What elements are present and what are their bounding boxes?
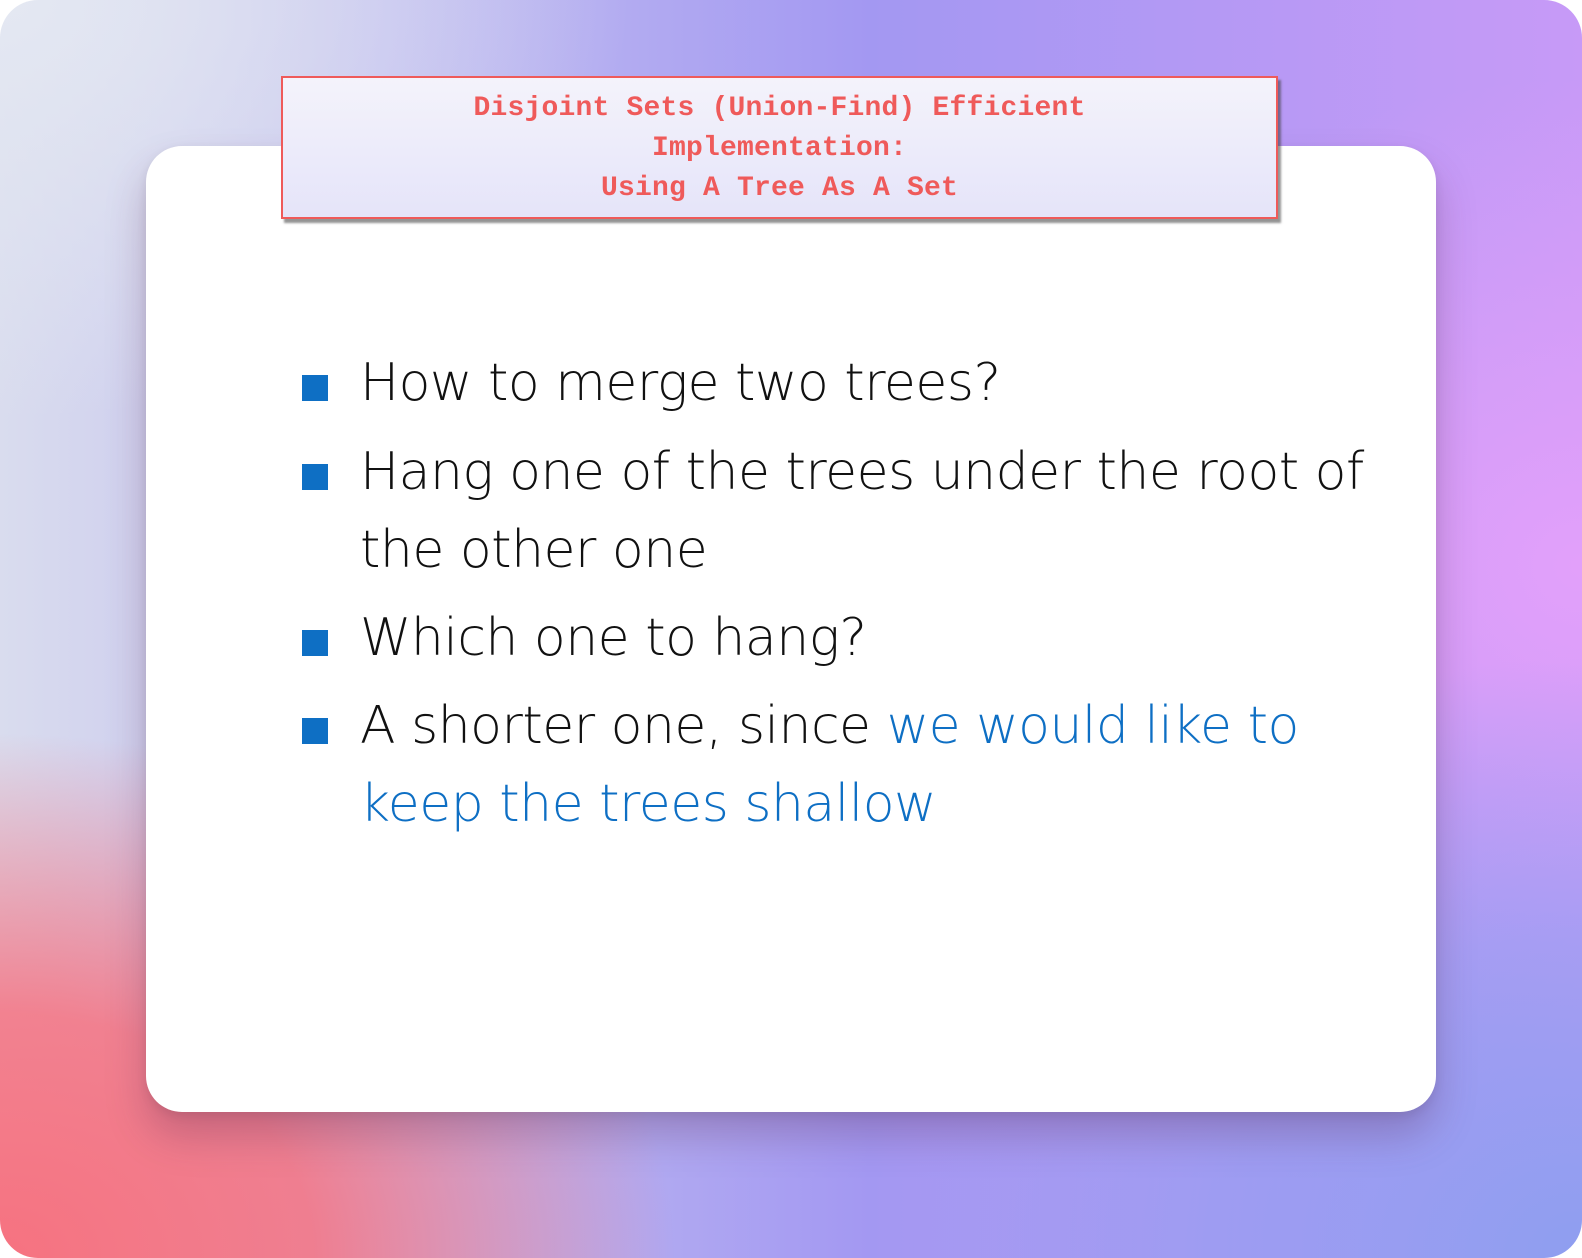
slide-title-line-3: Using A Tree As A Set xyxy=(600,172,959,204)
background-frame: Disjoint Sets (Union-Find) Efficient Imp… xyxy=(0,0,1582,1258)
slide-title-box: Disjoint Sets (Union-Find) Efficient Imp… xyxy=(281,76,1278,219)
slide-card xyxy=(146,146,1436,1112)
slide-title-line-2: Implementation: xyxy=(651,132,908,164)
slide-title-line-1: Disjoint Sets (Union-Find) Efficient xyxy=(473,92,1086,124)
